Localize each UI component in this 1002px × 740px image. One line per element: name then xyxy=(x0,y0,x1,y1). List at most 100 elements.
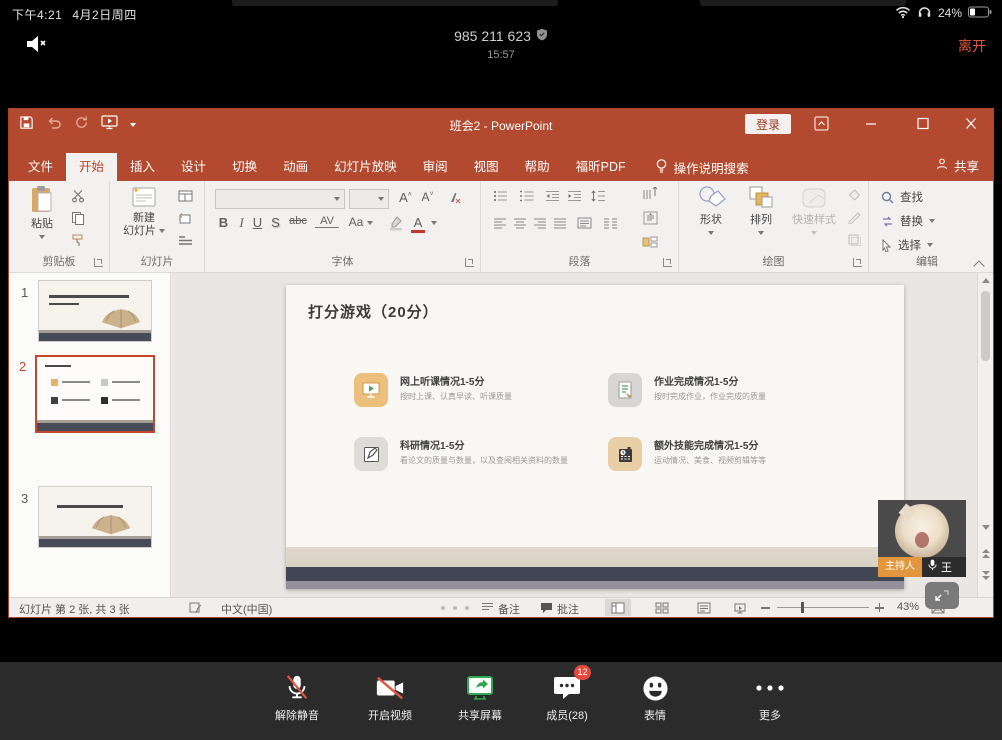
tab-view[interactable]: 视图 xyxy=(461,153,512,181)
meeting-id-block[interactable]: 985 211 623 15:57 xyxy=(0,28,1002,61)
login-button[interactable]: 登录 xyxy=(745,114,791,134)
tab-animations[interactable]: 动画 xyxy=(270,153,321,181)
quick-styles-button[interactable]: 快速样式 xyxy=(787,185,841,239)
paragraph-dialog-launcher-icon[interactable] xyxy=(663,258,672,267)
text-direction-icon[interactable] xyxy=(641,185,659,203)
slide-sorter-view-button[interactable] xyxy=(649,599,675,616)
new-slide-button[interactable]: 新建 幻灯片 xyxy=(118,185,170,238)
slide-thumbnail-2-selected[interactable] xyxy=(37,357,153,431)
strikethrough-button[interactable]: abc xyxy=(285,215,311,227)
ppt-titlebar[interactable]: 班会2 - PowerPoint 登录 xyxy=(9,109,993,139)
save-icon[interactable] xyxy=(19,115,34,135)
notes-icon[interactable] xyxy=(481,602,494,616)
reset-slide-icon[interactable] xyxy=(176,209,194,227)
members-button[interactable]: 12 成员(28) xyxy=(525,672,609,723)
vertical-scrollbar[interactable] xyxy=(977,273,993,599)
shapes-button[interactable]: 形状 xyxy=(689,185,733,239)
drawing-dialog-launcher-icon[interactable] xyxy=(853,258,862,267)
tab-review[interactable]: 审阅 xyxy=(410,153,461,181)
slide-thumbnail-panel[interactable]: 1 2 xyxy=(9,273,171,599)
emoji-button[interactable]: 表情 xyxy=(613,672,697,723)
change-case-button[interactable]: Aa xyxy=(345,215,367,229)
tab-file[interactable]: 文件 xyxy=(15,153,66,181)
tab-home[interactable]: 开始 xyxy=(66,153,117,181)
notes-label[interactable]: 备注 xyxy=(498,601,520,617)
share-button[interactable]: 共享 xyxy=(935,156,979,175)
tab-insert[interactable]: 插入 xyxy=(117,153,168,181)
font-color-button[interactable]: A xyxy=(411,215,425,233)
redo-icon[interactable] xyxy=(74,115,89,135)
layout-icon[interactable] xyxy=(176,187,194,205)
decrease-indent-icon[interactable] xyxy=(543,187,561,205)
highlight-color-icon[interactable] xyxy=(387,214,405,232)
shrink-font-button[interactable]: A˅ xyxy=(419,190,436,204)
align-center-icon[interactable] xyxy=(511,214,529,232)
previous-slide-icon[interactable] xyxy=(982,549,990,559)
normal-view-button[interactable] xyxy=(605,599,631,616)
section-icon[interactable] xyxy=(176,231,194,249)
collapse-ribbon-icon[interactable] xyxy=(975,260,985,266)
line-spacing-icon[interactable] xyxy=(589,187,607,205)
tab-help[interactable]: 帮助 xyxy=(512,153,563,181)
start-video-button[interactable]: 开启视频 xyxy=(348,672,432,723)
slide-editor-canvas[interactable]: 打分游戏（20分） 网上听课情况1-5分 按时上课、认真早读、听课质量 xyxy=(172,273,977,599)
font-name-combo[interactable] xyxy=(215,189,345,209)
grow-font-button[interactable]: A˄ xyxy=(397,190,414,205)
participant-video-tile[interactable]: 主持人 王 xyxy=(878,500,966,577)
tell-me-search[interactable]: 操作说明搜索 xyxy=(655,153,749,181)
leave-meeting-button[interactable]: 离开 xyxy=(958,36,986,56)
current-slide[interactable]: 打分游戏（20分） 网上听课情况1-5分 按时上课、认真早读、听课质量 xyxy=(286,285,904,589)
minimize-icon[interactable] xyxy=(864,116,880,132)
tab-transitions[interactable]: 切换 xyxy=(219,153,270,181)
find-button[interactable]: 查找 xyxy=(881,189,923,205)
bullets-icon[interactable] xyxy=(491,187,509,205)
replace-button[interactable]: 替换 xyxy=(881,213,935,229)
customize-qat-chevron-icon[interactable] xyxy=(130,123,136,127)
unmute-button[interactable]: 解除静音 xyxy=(255,672,339,723)
shape-fill-icon[interactable] xyxy=(845,186,863,204)
collapse-video-button[interactable] xyxy=(925,582,959,609)
select-button[interactable]: 选择 xyxy=(881,237,933,253)
numbering-icon[interactable] xyxy=(517,187,535,205)
justify-icon[interactable] xyxy=(551,214,569,232)
scroll-down-icon[interactable] xyxy=(982,525,990,530)
columns-icon[interactable] xyxy=(601,214,619,232)
comments-label[interactable]: 批注 xyxy=(557,601,579,617)
reading-view-button[interactable] xyxy=(691,599,717,616)
cut-icon[interactable] xyxy=(69,187,87,205)
slide-thumbnail-3[interactable] xyxy=(39,487,151,547)
slide-thumbnail-1[interactable] xyxy=(39,281,151,341)
zoom-slider-thumb[interactable] xyxy=(801,602,804,613)
copy-icon[interactable] xyxy=(69,209,87,227)
maximize-icon[interactable] xyxy=(916,116,932,132)
underline-button[interactable]: U xyxy=(249,215,266,230)
more-button[interactable]: 更多 xyxy=(728,672,812,723)
undo-icon[interactable] xyxy=(46,116,62,135)
format-painter-icon[interactable] xyxy=(69,231,87,249)
zoom-slider-track[interactable] xyxy=(777,607,869,608)
align-right-icon[interactable] xyxy=(531,214,549,232)
increase-indent-icon[interactable] xyxy=(565,187,583,205)
language-text[interactable]: 中文(中国) xyxy=(221,601,272,617)
paste-button[interactable]: 粘贴 xyxy=(21,185,63,243)
font-size-combo[interactable] xyxy=(349,189,389,209)
clear-formatting-icon[interactable] xyxy=(445,189,463,207)
share-screen-button[interactable]: 共享屏幕 xyxy=(438,672,522,723)
italic-button[interactable]: I xyxy=(233,215,250,231)
smartart-icon[interactable] xyxy=(641,233,659,251)
tab-design[interactable]: 设计 xyxy=(168,153,219,181)
character-spacing-button[interactable]: AV xyxy=(315,215,339,228)
align-text-icon[interactable] xyxy=(641,209,659,227)
scroll-up-icon[interactable] xyxy=(982,278,990,283)
text-shadow-button[interactable]: S xyxy=(267,215,284,230)
spell-check-icon[interactable] xyxy=(189,602,202,617)
zoom-level-text[interactable]: 43% xyxy=(897,601,919,613)
comments-icon[interactable] xyxy=(540,602,553,617)
tab-foxit-pdf[interactable]: 福昕PDF xyxy=(563,153,639,181)
zoom-out-icon[interactable] xyxy=(761,607,770,609)
arrange-button[interactable]: 排列 xyxy=(739,185,783,239)
align-left-icon[interactable] xyxy=(491,214,509,232)
font-dialog-launcher-icon[interactable] xyxy=(465,258,474,267)
close-icon[interactable] xyxy=(964,116,980,132)
bold-button[interactable]: B xyxy=(215,215,232,230)
